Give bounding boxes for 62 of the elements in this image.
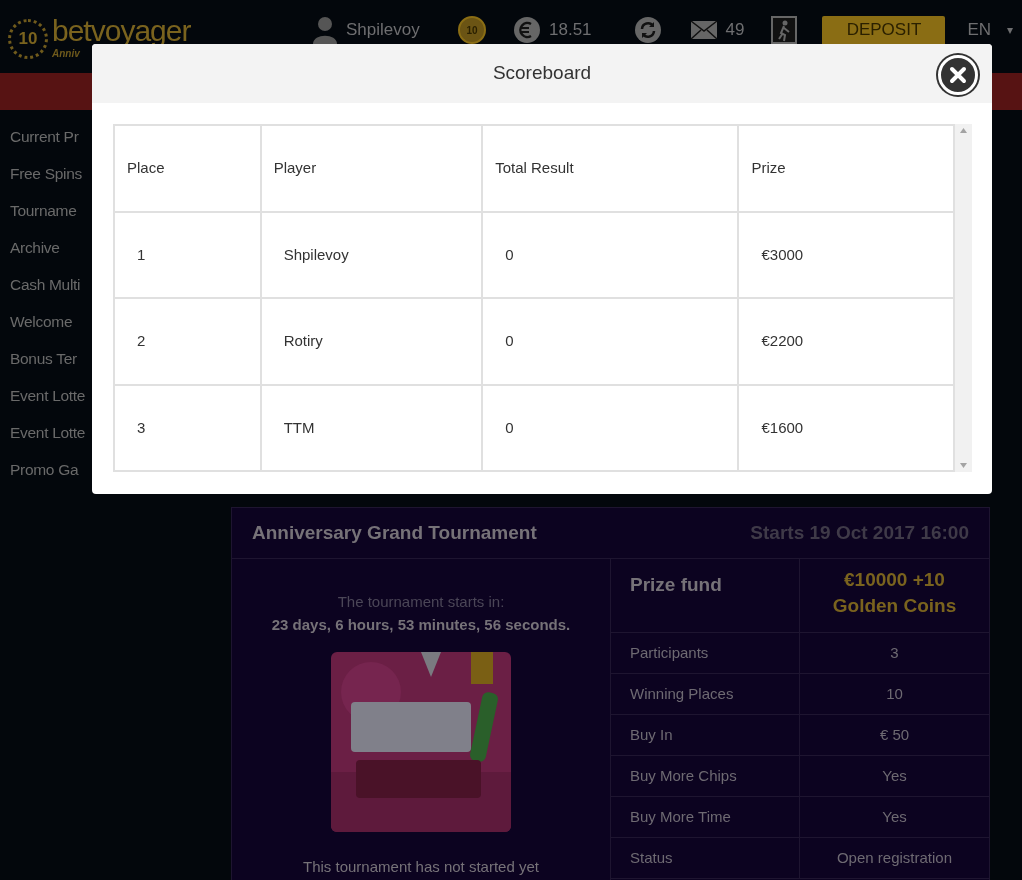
column-header: Player	[260, 125, 483, 212]
tournament-title: Anniversary Grand Tournament	[252, 520, 537, 545]
status-caption: This tournament has not started yet	[303, 857, 539, 877]
table-cell: 0	[482, 384, 739, 471]
deposit-button[interactable]: DEPOSIT	[822, 16, 946, 44]
close-button[interactable]	[938, 55, 978, 95]
table-cell: 1	[114, 211, 261, 298]
prize-fund-value: €10000 +10 Golden Coins	[831, 568, 958, 618]
countdown-label: The tournament starts in:	[337, 592, 505, 612]
sidebar-item[interactable]: Tourname	[10, 198, 77, 223]
username[interactable]: Shpilevoy	[346, 16, 420, 44]
exit-icon[interactable]	[771, 16, 798, 44]
prize-fund-label: Prize fund	[630, 573, 722, 597]
user-icon[interactable]	[312, 16, 338, 44]
scroll-down-icon[interactable]	[960, 463, 967, 468]
column-header: Place	[114, 125, 261, 212]
detail-value: € 50	[879, 725, 910, 743]
close-icon	[949, 66, 967, 84]
detail-value: Open registration	[836, 848, 953, 866]
table-cell: Rotiry	[260, 298, 483, 385]
balance: 18.51	[549, 19, 592, 41]
euro-icon[interactable]	[513, 16, 541, 44]
refresh-icon[interactable]	[633, 16, 662, 44]
modal-title: Scoreboard	[492, 61, 592, 86]
sidebar-item[interactable]: Cash Multi	[10, 272, 81, 297]
sidebar-item[interactable]: Bonus Ter	[10, 346, 77, 371]
sidebar-item[interactable]: Archive	[10, 235, 60, 260]
sidebar-item[interactable]: Current Pr	[10, 124, 79, 149]
detail-label: Buy In	[630, 724, 673, 745]
detail-label: Status	[630, 847, 673, 868]
scrollbar[interactable]	[955, 124, 972, 472]
detail-value: 10	[886, 684, 903, 702]
sidebar-item[interactable]: Event Lotte	[10, 420, 86, 445]
table-cell: 2	[114, 298, 261, 385]
sidebar-item[interactable]: Event Lotte	[10, 383, 86, 408]
table-cell: 3	[114, 384, 261, 471]
envelope-icon[interactable]	[689, 20, 718, 40]
scroll-up-icon[interactable]	[960, 128, 967, 133]
column-header: Total Result	[482, 125, 739, 212]
detail-value: Yes	[882, 766, 907, 784]
language-selector[interactable]: EN	[967, 16, 992, 44]
logo-badge: 10	[8, 18, 48, 59]
logo-text[interactable]: betvoyager	[52, 16, 191, 46]
logo-tagline: Anniv	[52, 47, 81, 61]
message-count: 49	[725, 19, 745, 41]
detail-label: Buy More Time	[630, 806, 731, 827]
sidebar-item[interactable]: Promo Ga	[10, 457, 79, 482]
detail-label: Participants	[630, 642, 709, 663]
table-cell: Shpilevoy	[260, 211, 483, 298]
detail-value: 3	[890, 643, 899, 661]
column-header: Prize	[738, 125, 954, 212]
coin-icon[interactable]: 10	[458, 16, 486, 44]
caret-icon[interactable]: ▾	[1007, 21, 1014, 39]
countdown: 23 days, 6 hours, 53 minutes, 56 seconds.	[271, 614, 571, 635]
table-cell: 0	[482, 211, 739, 298]
table-cell: 0	[482, 298, 739, 385]
detail-value: Yes	[882, 807, 907, 825]
sidebar-item[interactable]: Welcome	[10, 309, 73, 334]
detail-label: Winning Places	[630, 683, 734, 704]
sidebar-item[interactable]: Free Spins	[10, 161, 82, 186]
table-cell: TTM	[260, 384, 483, 471]
detail-label: Buy More Chips	[630, 765, 737, 786]
